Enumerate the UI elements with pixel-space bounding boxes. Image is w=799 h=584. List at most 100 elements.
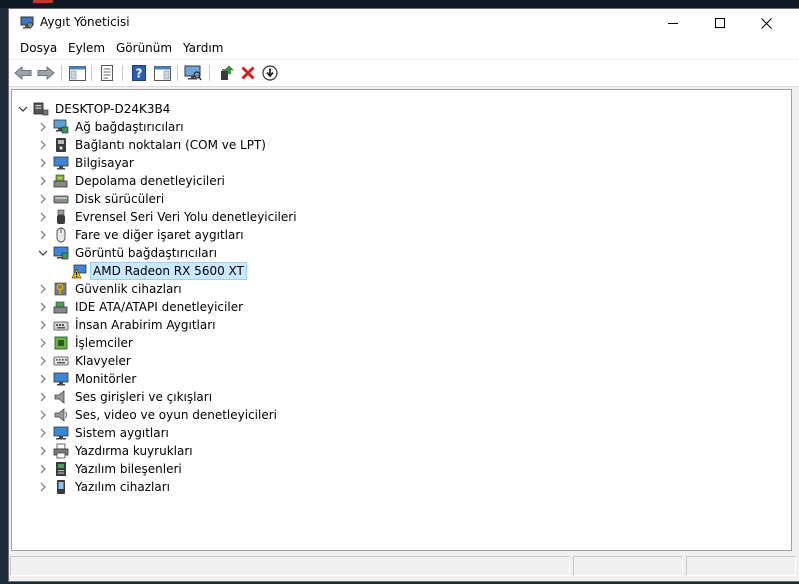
tree-item-label: İnsan Arabirim Aygıtları — [75, 318, 216, 332]
speaker-icon — [53, 389, 69, 405]
chevron-right-icon[interactable] — [36, 460, 50, 478]
tree-item-label: İşlemciler — [75, 336, 133, 350]
printer-icon — [53, 443, 69, 459]
chevron-right-icon[interactable] — [36, 388, 50, 406]
window-title: Aygıt Yöneticisi — [40, 15, 130, 29]
tree-item-label: Klavyeler — [75, 354, 131, 368]
tree-item-label: Yazdırma kuyrukları — [75, 444, 193, 458]
chevron-right-icon[interactable] — [36, 442, 50, 460]
chevron-right-icon[interactable] — [36, 226, 50, 244]
desktop-fragment — [33, 0, 53, 3]
tree-category-item[interactable]: Sistem aygıtları — [36, 424, 171, 442]
maximize-button[interactable] — [697, 9, 743, 37]
tree-category-item[interactable]: Bağlantı noktaları (COM ve LPT) — [36, 136, 268, 154]
tree-category-item[interactable]: Fare ve diğer işaret aygıtları — [36, 226, 246, 244]
status-cell-3 — [686, 556, 796, 576]
menu-file[interactable]: Dosya — [20, 41, 57, 55]
tree-category-item[interactable]: Evrensel Seri Veri Yolu denetleyicileri — [36, 208, 299, 226]
tree-item-label: Ağ bağdaştırıcıları — [75, 120, 184, 134]
tree-category-item[interactable]: Klavyeler — [36, 352, 133, 370]
chevron-down-icon[interactable] — [36, 244, 50, 262]
minimize-icon — [668, 23, 678, 24]
back-arrow-icon — [14, 66, 32, 80]
computer-monitor-icon — [53, 155, 69, 171]
tree-category-item[interactable]: Ağ bağdaştırıcıları — [36, 118, 186, 136]
chevron-right-icon[interactable] — [36, 370, 50, 388]
chevron-right-icon[interactable] — [36, 424, 50, 442]
back-button[interactable] — [12, 63, 34, 83]
chevron-right-icon[interactable] — [36, 316, 50, 334]
update-driver-icon — [221, 65, 234, 80]
menu-action[interactable]: Eylem — [68, 41, 105, 55]
hid-icon — [53, 317, 69, 333]
software-component-icon — [53, 461, 69, 477]
tree-category-item[interactable]: Depolama denetleyicileri — [36, 172, 227, 190]
download-button[interactable] — [259, 63, 281, 83]
minimize-button[interactable] — [650, 9, 696, 37]
show-hide-console-tree-button[interactable] — [66, 63, 88, 83]
tree-category-item[interactable]: Disk sürücüleri — [36, 190, 166, 208]
tree-category-item[interactable]: Bilgisayar — [36, 154, 136, 172]
device-tree[interactable]: DESKTOP-D24K3B4 Ağ bağdaştırıcıları Bağlan… — [11, 89, 792, 551]
tree-category-item[interactable]: Görüntü bağdaştırıcıları — [36, 244, 219, 262]
uninstall-device-icon — [241, 66, 255, 80]
chevron-right-icon[interactable] — [36, 190, 50, 208]
uninstall-device-button[interactable] — [237, 63, 259, 83]
action-pane-button[interactable] — [151, 63, 173, 83]
chevron-right-icon[interactable] — [36, 298, 50, 316]
chevron-right-icon[interactable] — [36, 352, 50, 370]
toolbar-separator — [61, 65, 62, 81]
update-driver-button[interactable] — [215, 63, 237, 83]
tree-item-label: Sistem aygıtları — [75, 426, 169, 440]
tree-item-label: Fare ve diğer işaret aygıtları — [75, 228, 244, 242]
tree-category-item[interactable]: Yazılım cihazları — [36, 478, 172, 496]
menu-view[interactable]: Görünüm — [116, 41, 172, 55]
close-button[interactable] — [743, 9, 789, 37]
chevron-down-icon[interactable] — [16, 100, 30, 118]
tree-category-item[interactable]: İnsan Arabirim Aygıtları — [36, 316, 218, 334]
tree-item-label: AMD Radeon RX 5600 XT — [90, 262, 247, 280]
tree-item-label: Ses girişleri ve çıkışları — [75, 390, 213, 404]
tree-device-item[interactable]: AMD Radeon RX 5600 XT — [54, 262, 247, 280]
chevron-right-icon[interactable] — [36, 208, 50, 226]
menu-help[interactable]: Yardım — [183, 41, 223, 55]
properties-button[interactable] — [96, 63, 118, 83]
tree-item-label: Görüntü bağdaştırıcıları — [75, 246, 217, 260]
device-manager-window: Aygıt Yöneticisi Dosya Eylem Görünüm Yar… — [8, 8, 799, 582]
tree-category-item[interactable]: Ses, video ve oyun denetleyicileri — [36, 406, 279, 424]
mouse-icon — [53, 227, 69, 243]
tree-item-label: IDE ATA/ATAPI denetleyiciler — [75, 300, 244, 314]
tree-category-item[interactable]: Güvenlik cihazları — [36, 280, 184, 298]
forward-arrow-icon — [37, 66, 55, 80]
help-button[interactable]: ? — [128, 63, 150, 83]
tree-category-item[interactable]: Monitörler — [36, 370, 138, 388]
tree-category-item[interactable]: IDE ATA/ATAPI denetleyiciler — [36, 298, 245, 316]
tree-item-label: Bağlantı noktaları (COM ve LPT) — [75, 138, 266, 152]
tree-category-item[interactable]: Ses girişleri ve çıkışları — [36, 388, 214, 406]
status-bar — [9, 554, 799, 581]
title-bar[interactable]: Aygıt Yöneticisi — [9, 9, 799, 37]
tree-item-label: Depolama denetleyicileri — [75, 174, 225, 188]
chevron-right-icon[interactable] — [36, 136, 50, 154]
chevron-right-icon[interactable] — [36, 118, 50, 136]
tree-category-item[interactable]: Yazılım bileşenleri — [36, 460, 184, 478]
tree-category-item[interactable]: Yazdırma kuyrukları — [36, 442, 195, 460]
chevron-right-icon[interactable] — [36, 334, 50, 352]
tree-item-label: DESKTOP-D24K3B4 — [55, 102, 171, 116]
chevron-right-icon[interactable] — [36, 172, 50, 190]
forward-button[interactable] — [35, 63, 57, 83]
tree-root-computer[interactable]: DESKTOP-D24K3B4 — [16, 100, 172, 118]
tree-item-label: Bilgisayar — [75, 156, 134, 170]
tree-item-label: Evrensel Seri Veri Yolu denetleyicileri — [75, 210, 297, 224]
device-manager-icon — [20, 16, 34, 29]
chevron-right-icon[interactable] — [36, 154, 50, 172]
security-device-icon — [53, 281, 69, 297]
chevron-right-icon[interactable] — [36, 478, 50, 496]
chevron-right-icon[interactable] — [36, 406, 50, 424]
toolbar-separator — [122, 65, 123, 81]
tree-category-item[interactable]: İşlemciler — [36, 334, 135, 352]
properties-icon — [101, 65, 113, 81]
chevron-right-icon[interactable] — [36, 280, 50, 298]
scan-hardware-changes-button[interactable] — [182, 63, 204, 83]
